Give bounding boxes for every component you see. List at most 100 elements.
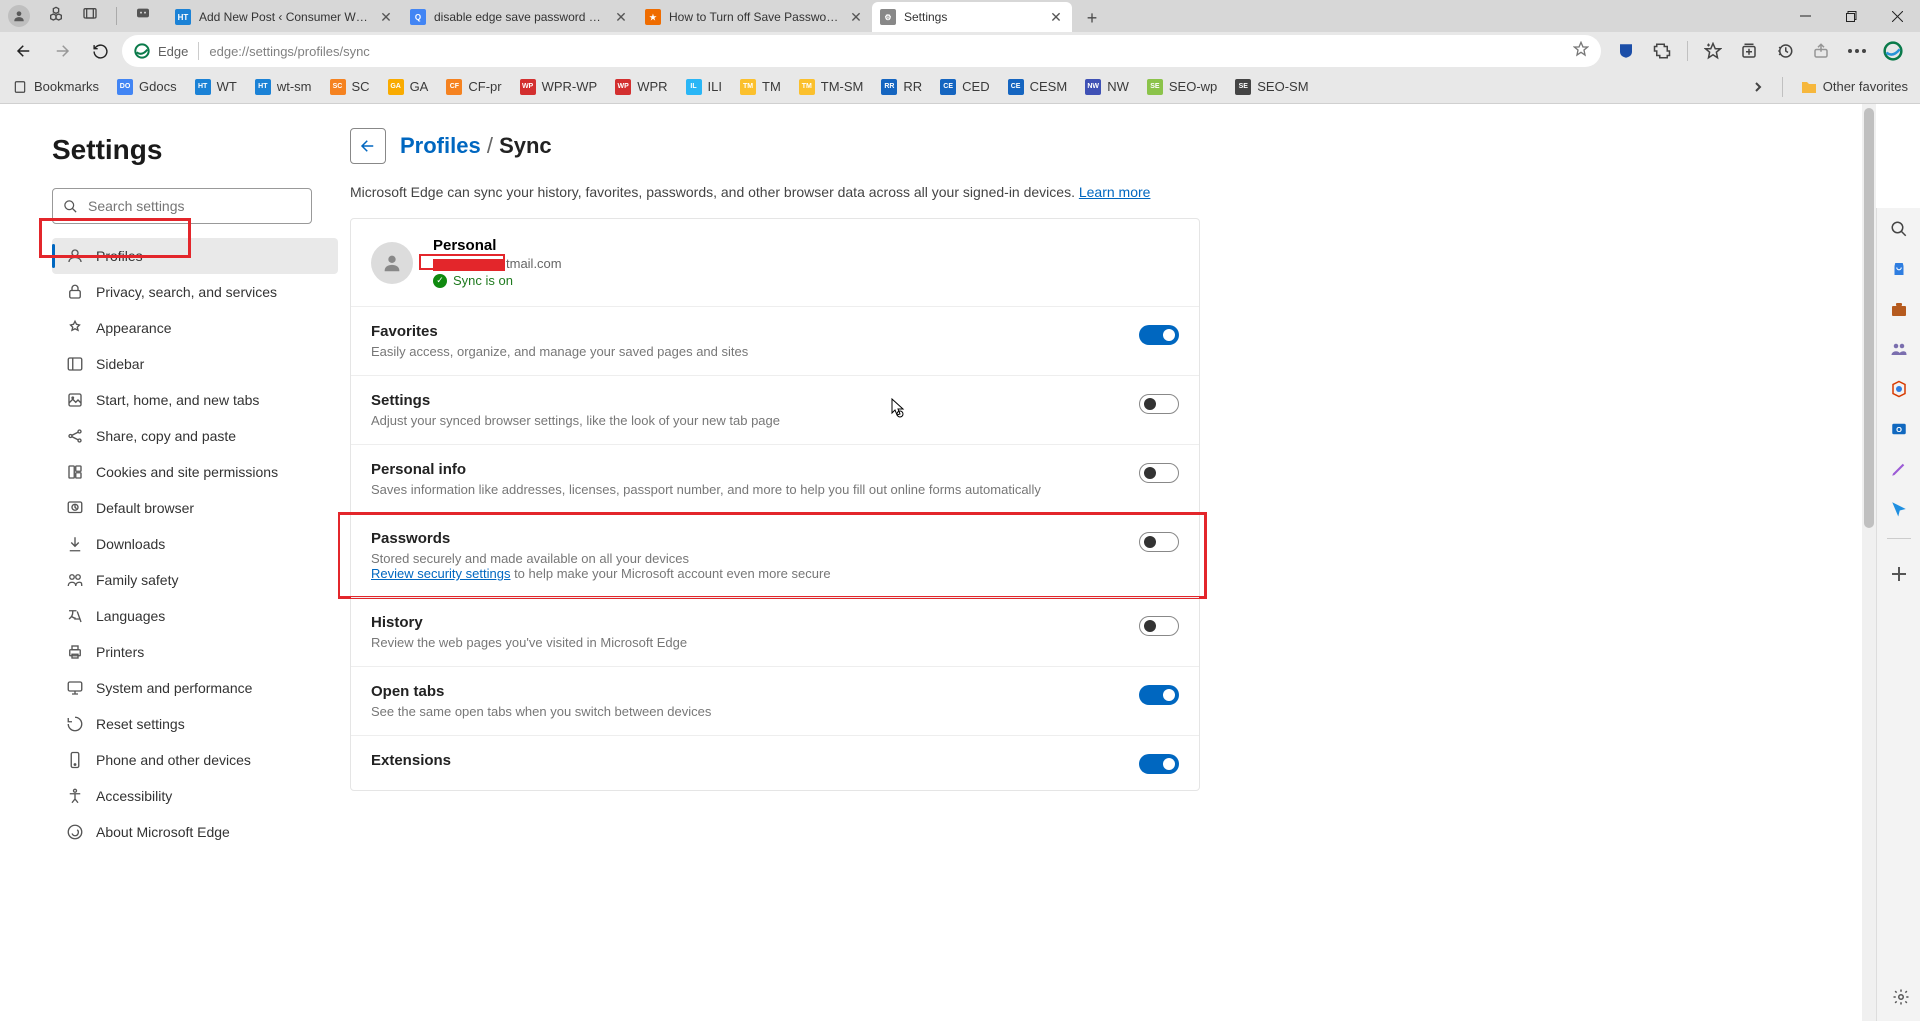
bookmark-item[interactable]: SESEO-SM	[1235, 79, 1308, 95]
toggle-passwords[interactable]	[1139, 532, 1179, 552]
browser-tab[interactable]: HT Add New Post ‹ Consumer Wind… ✕	[167, 2, 402, 32]
settings-nav-item-printer[interactable]: Printers	[52, 634, 338, 670]
browser-tab[interactable]: ★ How to Turn off Save Password P… ✕	[637, 2, 872, 32]
toggle-history[interactable]	[1139, 616, 1179, 636]
tab-close-icon[interactable]: ✕	[613, 9, 629, 25]
settings-nav-item-lock[interactable]: Privacy, search, and services	[52, 274, 338, 310]
bookmark-item[interactable]: CECESM	[1008, 79, 1068, 95]
breadcrumb-parent[interactable]: Profiles	[400, 133, 481, 158]
bookmark-item[interactable]: RRRR	[881, 79, 922, 95]
settings-nav-item-share[interactable]: Share, copy and paste	[52, 418, 338, 454]
nav-item-label: Printers	[96, 644, 144, 660]
more-menu-icon[interactable]	[1846, 40, 1868, 62]
sync-row-title: Settings	[371, 392, 1139, 409]
settings-nav-item-family[interactable]: Family safety	[52, 562, 338, 598]
collections-icon[interactable]	[1738, 40, 1760, 62]
sidebar-edit-icon[interactable]	[1888, 458, 1910, 480]
workspaces-icon[interactable]	[48, 6, 64, 27]
settings-nav-item-default[interactable]: Default browser	[52, 490, 338, 526]
settings-nav-item-system[interactable]: System and performance	[52, 670, 338, 706]
bookmark-item[interactable]: CFCF-pr	[446, 79, 501, 95]
sidebar-shopping-icon[interactable]	[1888, 258, 1910, 280]
learn-more-link[interactable]: Learn more	[1079, 184, 1151, 200]
bookmark-item[interactable]: HTWT	[195, 79, 237, 95]
tab-close-icon[interactable]: ✕	[378, 9, 394, 25]
address-bar[interactable]: Edge edge://settings/profiles/sync	[122, 35, 1601, 67]
bookmark-label: WPR-WP	[542, 79, 598, 94]
bookmark-item[interactable]: DOGdocs	[117, 79, 177, 95]
profile-avatar-icon[interactable]	[8, 5, 30, 27]
toggle-favorites[interactable]	[1139, 325, 1179, 345]
toggle-personal-info[interactable]	[1139, 463, 1179, 483]
bookmark-item[interactable]: TMTM	[740, 79, 781, 95]
history-icon[interactable]	[1774, 40, 1796, 62]
scrollbar-thumb[interactable]	[1864, 108, 1874, 528]
settings-nav-item-cookies[interactable]: Cookies and site permissions	[52, 454, 338, 490]
sync-row-title: Open tabs	[371, 683, 1139, 700]
other-favorites-folder[interactable]: Other favorites	[1801, 79, 1908, 95]
settings-nav-item-sidebar[interactable]: Sidebar	[52, 346, 338, 382]
settings-nav-item-reset[interactable]: Reset settings	[52, 706, 338, 742]
copilot-icon[interactable]	[1882, 40, 1904, 62]
sidebar-drop-icon[interactable]	[1888, 498, 1910, 520]
settings-nav-item-appearance[interactable]: Appearance	[52, 310, 338, 346]
settings-nav-item-profile[interactable]: Profiles	[52, 238, 338, 274]
bookmark-item[interactable]: HTwt-sm	[255, 79, 312, 95]
bookmark-label: CED	[962, 79, 989, 94]
bookmark-item[interactable]: ILILI	[686, 79, 722, 95]
nav-item-label: Cookies and site permissions	[96, 464, 278, 480]
window-maximize-button[interactable]	[1828, 0, 1874, 32]
tab-actions-icon[interactable]	[82, 6, 98, 27]
toggle-open-tabs[interactable]	[1139, 685, 1179, 705]
bitwarden-extension-icon[interactable]	[1615, 40, 1637, 62]
settings-nav-item-languages[interactable]: Languages	[52, 598, 338, 634]
bookmark-item[interactable]: WPWPR	[615, 79, 667, 95]
favorites-icon[interactable]	[1702, 40, 1724, 62]
settings-nav-item-accessibility[interactable]: Accessibility	[52, 778, 338, 814]
browser-tab[interactable]: Q disable edge save password pro… ✕	[402, 2, 637, 32]
nav-item-label: Reset settings	[96, 716, 185, 732]
sidebar-m365-icon[interactable]	[1888, 378, 1910, 400]
window-minimize-button[interactable]	[1782, 0, 1828, 32]
sidebar-search-icon[interactable]	[1888, 218, 1910, 240]
bookmark-item[interactable]: GAGA	[388, 79, 429, 95]
bookmark-item[interactable]: Bookmarks	[12, 79, 99, 95]
favorite-star-icon[interactable]	[1573, 41, 1589, 62]
sidebar-add-icon[interactable]	[1888, 563, 1910, 585]
bookmark-item[interactable]: TMTM-SM	[799, 79, 864, 95]
nav-reload-button[interactable]	[84, 35, 116, 67]
toggle-extensions[interactable]	[1139, 754, 1179, 774]
site-identity[interactable]: Edge	[134, 43, 188, 59]
nav-back-button[interactable]	[8, 35, 40, 67]
tab-close-icon[interactable]: ✕	[848, 9, 864, 25]
settings-nav-item-download[interactable]: Downloads	[52, 526, 338, 562]
bookmark-label: RR	[903, 79, 922, 94]
bing-chat-icon[interactable]	[135, 6, 151, 27]
bookmark-item[interactable]: NWNW	[1085, 79, 1129, 95]
review-security-link[interactable]: Review security settings	[371, 566, 510, 581]
tab-close-icon[interactable]: ✕	[1048, 9, 1064, 25]
settings-nav-item-home[interactable]: Start, home, and new tabs	[52, 382, 338, 418]
new-tab-button[interactable]: +	[1078, 4, 1106, 32]
share-icon[interactable]	[1810, 40, 1832, 62]
settings-nav-item-about[interactable]: About Microsoft Edge	[52, 814, 338, 850]
bookmark-item[interactable]: SCSC	[330, 79, 370, 95]
search-settings-input[interactable]	[88, 198, 301, 214]
extensions-icon[interactable]	[1651, 40, 1673, 62]
browser-tab[interactable]: ⚙ Settings ✕	[872, 2, 1072, 32]
toggle-settings[interactable]	[1139, 394, 1179, 414]
scrollbar-track[interactable]	[1862, 104, 1876, 1021]
window-close-button[interactable]	[1874, 0, 1920, 32]
sidebar-outlook-icon[interactable]: O	[1888, 418, 1910, 440]
bookmark-item[interactable]: SESEO-wp	[1147, 79, 1217, 95]
nav-item-label: Profiles	[96, 248, 143, 264]
bookmark-item[interactable]: WPWPR-WP	[520, 79, 598, 95]
sidebar-people-icon[interactable]	[1888, 338, 1910, 360]
bookmark-item[interactable]: CECED	[940, 79, 989, 95]
sidebar-tools-icon[interactable]	[1888, 298, 1910, 320]
bookmarks-overflow-icon[interactable]	[1752, 81, 1764, 93]
breadcrumb-back-button[interactable]	[350, 128, 386, 164]
settings-nav-item-phone[interactable]: Phone and other devices	[52, 742, 338, 778]
search-settings-input-wrap[interactable]	[52, 188, 312, 224]
sidebar-settings-icon[interactable]	[1892, 988, 1910, 1011]
